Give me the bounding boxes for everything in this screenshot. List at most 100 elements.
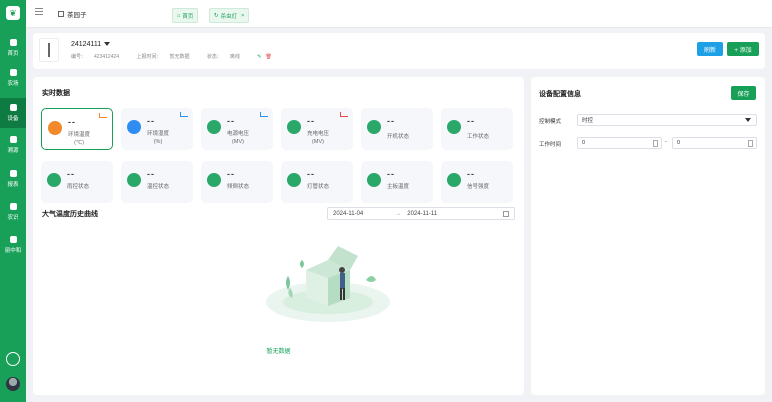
device-status: 状态： 离线	[207, 54, 248, 60]
device-selector[interactable]: 24124111	[71, 41, 111, 48]
tab-insect-lamp[interactable]: ↻ 杀虫灯 ×	[209, 8, 250, 23]
sidebar-item-farm[interactable]: 农场	[0, 63, 26, 93]
card-value: --	[467, 116, 475, 126]
stepper-icon[interactable]	[653, 140, 658, 147]
report-time-label: 上报时间：	[136, 54, 162, 60]
tab-home[interactable]: ⌂ 首页	[172, 8, 199, 23]
device-name: 24124111	[71, 41, 102, 48]
tab-label: 首页	[182, 13, 194, 20]
card-charge-voltage[interactable]: -- 充电电压 (MV)	[281, 108, 353, 150]
config-title: 设备配置信息	[539, 91, 581, 98]
device-status-icon	[47, 173, 61, 187]
sidebar-item-label: 农场	[7, 81, 19, 87]
card-signal-strength[interactable]: -- 信号强度	[441, 161, 513, 203]
empty-text: 暂无数据	[266, 349, 291, 355]
card-lamp-state[interactable]: -- 灯管状态	[281, 161, 353, 203]
card-power-voltage[interactable]: -- 电源电压 (MV)	[201, 108, 273, 150]
sidebar-item-label: 农识	[7, 215, 19, 221]
device-id-value: 423412424	[94, 54, 120, 60]
device-status-icon	[367, 173, 381, 187]
trend-icon	[99, 113, 107, 118]
card-power-on-state[interactable]: -- 开机状态	[361, 108, 433, 150]
device-status-icon	[447, 120, 461, 134]
delete-icon[interactable]: 🗑	[265, 54, 271, 60]
card-env-temp[interactable]: -- 环境温度 (℃)	[41, 108, 113, 150]
control-mode-label: 控制模式	[539, 119, 562, 125]
sidebar-item-label: 丽中和	[4, 248, 22, 254]
work-time-label: 工作时间	[539, 142, 562, 148]
card-work-state[interactable]: -- 工作状态	[441, 108, 513, 150]
control-mode-select[interactable]: 时控	[577, 114, 757, 126]
card-value: --	[387, 116, 395, 126]
card-label: 温控状态	[147, 184, 170, 190]
history-title: 大气温度历史曲线	[42, 211, 98, 218]
end-date[interactable]: 2024-11-11	[407, 211, 437, 217]
device-report-time: 上报时间： 暂无数据	[136, 54, 197, 60]
caret-down-icon	[745, 118, 751, 122]
card-label: 雨控状态	[67, 184, 90, 190]
sidebar-item-device[interactable]: 设备	[0, 98, 26, 128]
thermometer-icon	[48, 121, 62, 135]
tab-label: 杀虫灯	[220, 13, 238, 20]
add-button[interactable]: + 添加	[727, 42, 759, 56]
range-separator: →	[395, 210, 402, 217]
card-value: --	[147, 169, 155, 179]
card-value: --	[227, 116, 235, 126]
card-tilt-state[interactable]: -- 倾倒状态	[201, 161, 273, 203]
sidebar-item-home[interactable]: 首页	[0, 33, 26, 63]
card-value: --	[467, 169, 475, 179]
farm-icon	[9, 69, 17, 76]
date-range-picker[interactable]: 2024-11-04 → 2024-11-11	[327, 207, 515, 220]
card-label: 开机状态	[387, 134, 410, 140]
card-value: --	[387, 169, 395, 179]
device-status-icon	[287, 120, 301, 134]
farm-select[interactable]: 茶园子	[58, 6, 188, 22]
save-button[interactable]: 保存	[731, 86, 756, 100]
work-time-end-value: 0	[677, 140, 681, 146]
control-mode-value: 时控	[582, 118, 594, 124]
work-time-end-input[interactable]: 0	[672, 137, 757, 149]
card-board-temp[interactable]: -- 主板温度	[361, 161, 433, 203]
card-value: --	[307, 169, 315, 179]
card-value: --	[147, 116, 155, 126]
device-meta: 编号： 423412424 上报时间： 暂无数据 状态： 离线 ✎ 🗑	[71, 53, 280, 60]
card-value: --	[307, 116, 315, 126]
start-date[interactable]: 2024-11-04	[333, 211, 363, 217]
card-label: 充电电压 (MV)	[307, 131, 330, 145]
card-label: 环境温度 (℃)	[68, 132, 91, 146]
device-status-icon	[287, 173, 301, 187]
knowledge-icon	[9, 203, 17, 210]
sidebar-item-trace[interactable]: 溯源	[0, 130, 26, 160]
home-small-icon: ⌂	[177, 12, 181, 19]
sidebar: ❦ 首页 农场 设备 溯源 报表 农识 丽中和	[0, 0, 26, 402]
menu-icon[interactable]	[35, 11, 43, 12]
refresh-button[interactable]: 刷新	[697, 42, 723, 56]
card-label: 倾倒状态	[227, 184, 250, 190]
card-value: --	[67, 169, 75, 179]
sidebar-item-knowledge[interactable]: 农识	[0, 197, 26, 227]
sidebar-item-label: 溯源	[7, 148, 19, 154]
card-label: 主板温度	[387, 184, 410, 190]
building-icon	[58, 11, 64, 17]
home-icon	[9, 39, 17, 46]
leaf-logo-icon: ❦	[6, 6, 20, 20]
sidebar-item-carbon[interactable]: 丽中和	[0, 230, 26, 260]
work-time-start-input[interactable]: 0	[577, 137, 662, 149]
card-label: 信号强度	[467, 184, 490, 190]
card-temp-control[interactable]: -- 温控状态	[121, 161, 193, 203]
edit-icon[interactable]: ✎	[257, 54, 261, 60]
card-label: 电源电压 (MV)	[227, 131, 250, 145]
card-env-humidity[interactable]: -- 环境湿度 (%)	[121, 108, 193, 150]
card-rain-control[interactable]: -- 雨控状态	[41, 161, 113, 203]
trend-icon	[180, 112, 188, 117]
farm-select-value: 茶园子	[67, 12, 87, 19]
stepper-icon[interactable]	[748, 140, 753, 147]
sidebar-item-report[interactable]: 报表	[0, 164, 26, 194]
avatar[interactable]	[6, 377, 20, 391]
card-value: --	[227, 169, 235, 179]
sidebar-item-label: 报表	[7, 182, 19, 188]
card-label: 灯管状态	[307, 184, 330, 190]
status-value: 离线	[229, 54, 240, 60]
chat-icon[interactable]	[6, 352, 20, 366]
close-icon[interactable]: ×	[241, 13, 244, 19]
